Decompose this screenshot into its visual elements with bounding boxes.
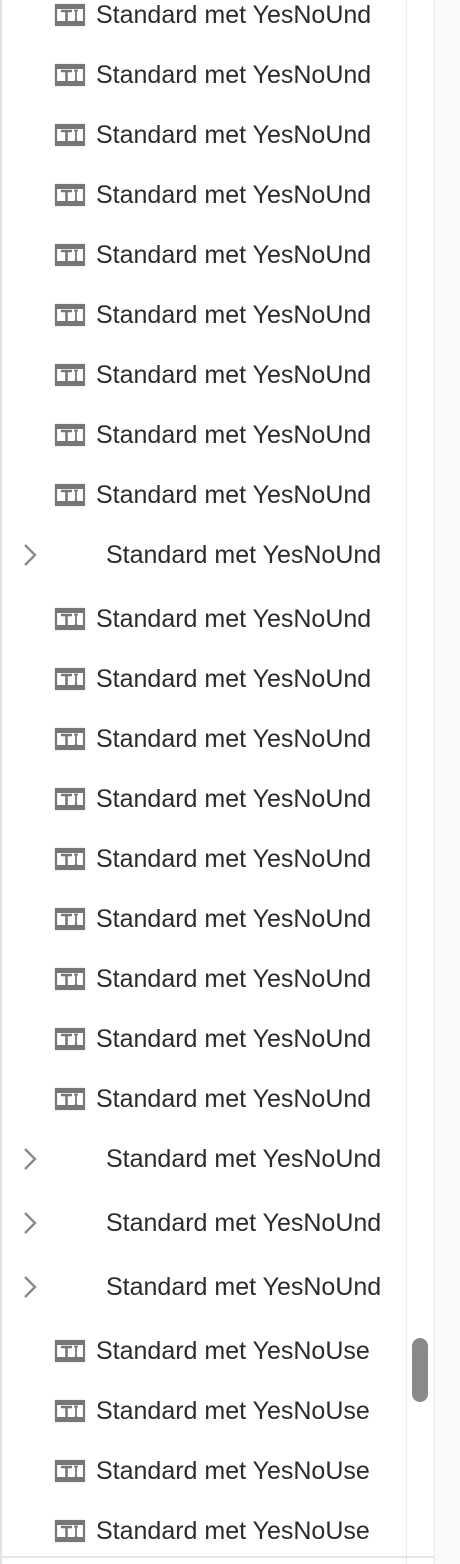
text-field-icon bbox=[54, 1026, 86, 1052]
list-group-item[interactable]: Standard met YesNoUnd bbox=[2, 1193, 406, 1253]
list-group-label: Standard met YesNoUnd bbox=[106, 541, 382, 569]
list-item-label: Standard met YesNoUnd bbox=[96, 1, 372, 29]
list-item-label: Standard met YesNoUnd bbox=[96, 785, 372, 813]
list-item-label: Standard met YesNoUnd bbox=[96, 181, 372, 209]
scrollbar-track[interactable] bbox=[406, 0, 435, 1564]
list-item-label: Standard met YesNoUnd bbox=[96, 481, 372, 509]
chevron-right-icon[interactable] bbox=[20, 1274, 42, 1300]
list-item[interactable]: Standard met YesNoUnd bbox=[2, 165, 406, 225]
list-item[interactable]: Standard met YesNoUnd bbox=[2, 0, 406, 45]
text-field-icon bbox=[54, 362, 86, 388]
list-item-label: Standard met YesNoUnd bbox=[96, 421, 372, 449]
list-item-label: Standard met YesNoUnd bbox=[96, 605, 372, 633]
list-group-item[interactable]: Standard met YesNoUnd bbox=[2, 525, 406, 585]
chevron-right-icon[interactable] bbox=[20, 1210, 42, 1236]
text-field-icon bbox=[54, 1518, 86, 1544]
list-item-label: Standard met YesNoUse bbox=[96, 1397, 370, 1425]
list-item-label: Standard met YesNoUnd bbox=[96, 665, 372, 693]
list-group-label: Standard met YesNoUnd bbox=[106, 1145, 382, 1173]
text-field-icon bbox=[54, 1398, 86, 1424]
list-item[interactable]: Standard met YesNoUse bbox=[2, 1501, 406, 1561]
list-item[interactable]: Standard met YesNoUnd bbox=[2, 1069, 406, 1129]
list-item[interactable]: Standard met YesNoUnd bbox=[2, 345, 406, 405]
list-item-label: Standard met YesNoUnd bbox=[96, 361, 372, 389]
list-group-label: Standard met YesNoUnd bbox=[106, 1209, 382, 1237]
list-item-label: Standard met YesNoUnd bbox=[96, 241, 372, 269]
text-field-icon bbox=[54, 906, 86, 932]
list-item[interactable]: Standard met YesNoUnd bbox=[2, 649, 406, 709]
text-field-icon bbox=[54, 846, 86, 872]
list-item[interactable]: Standard met YesNoUse bbox=[2, 1321, 406, 1381]
text-field-icon bbox=[54, 786, 86, 812]
text-field-icon bbox=[54, 726, 86, 752]
text-field-icon bbox=[54, 1086, 86, 1112]
list-item-label: Standard met YesNoUse bbox=[96, 1517, 370, 1545]
list-item[interactable]: Standard met YesNoUnd bbox=[2, 465, 406, 525]
list-group-item[interactable]: Standard met YesNoUnd bbox=[2, 1129, 406, 1189]
list-item[interactable]: Standard met YesNoUse bbox=[2, 1381, 406, 1441]
text-field-icon bbox=[54, 242, 86, 268]
list-item[interactable]: Standard met YesNoUnd bbox=[2, 105, 406, 165]
list-item-label: Standard met YesNoUnd bbox=[96, 1025, 372, 1053]
list-item-label: Standard met YesNoUse bbox=[96, 1457, 370, 1485]
list-item-label: Standard met YesNoUnd bbox=[96, 1085, 372, 1113]
field-list-panel: Standard met YesNoUnd Standard met YesNo… bbox=[0, 0, 406, 1564]
list-item[interactable]: Standard met YesNoUnd bbox=[2, 589, 406, 649]
list-item[interactable]: Standard met YesNoUnd bbox=[2, 709, 406, 769]
list-item-label: Standard met YesNoUnd bbox=[96, 965, 372, 993]
scrollbar-thumb[interactable] bbox=[412, 1338, 428, 1402]
list-item-label: Standard met YesNoUnd bbox=[96, 725, 372, 753]
text-field-icon bbox=[54, 422, 86, 448]
list-item-label: Standard met YesNoUnd bbox=[96, 61, 372, 89]
list-item[interactable]: Standard met YesNoUnd bbox=[2, 1009, 406, 1069]
list-item-label: Standard met YesNoUnd bbox=[96, 845, 372, 873]
chevron-right-icon[interactable] bbox=[20, 1146, 42, 1172]
side-gutter bbox=[434, 0, 460, 1564]
text-field-icon bbox=[54, 1338, 86, 1364]
list-item-label: Standard met YesNoUnd bbox=[96, 905, 372, 933]
list-item[interactable]: Standard met YesNoUnd bbox=[2, 769, 406, 829]
text-field-icon bbox=[54, 182, 86, 208]
text-field-icon bbox=[54, 62, 86, 88]
text-field-icon bbox=[54, 1458, 86, 1484]
list-item[interactable]: Standard met YesNoUnd bbox=[2, 889, 406, 949]
text-field-icon bbox=[54, 482, 86, 508]
list-item[interactable]: Standard met YesNoUse bbox=[2, 1441, 406, 1501]
text-field-icon bbox=[54, 122, 86, 148]
text-field-icon bbox=[54, 966, 86, 992]
list-group-label: Standard met YesNoUnd bbox=[106, 1273, 382, 1301]
list-item[interactable]: Standard met YesNoUnd bbox=[2, 949, 406, 1009]
list-item[interactable]: Standard met YesNoUnd bbox=[2, 45, 406, 105]
text-field-icon bbox=[54, 606, 86, 632]
text-field-icon bbox=[54, 2, 86, 28]
list-item-label: Standard met YesNoUse bbox=[96, 1337, 370, 1365]
list-item[interactable]: Standard met YesNoUnd bbox=[2, 405, 406, 465]
list-item[interactable]: Standard met YesNoUnd bbox=[2, 829, 406, 889]
divider bbox=[0, 1556, 434, 1558]
list-item-label: Standard met YesNoUnd bbox=[96, 121, 372, 149]
list-group-item[interactable]: Standard met YesNoUnd bbox=[2, 1257, 406, 1317]
list-item[interactable]: Standard met YesNoUnd bbox=[2, 225, 406, 285]
list-item-label: Standard met YesNoUnd bbox=[96, 301, 372, 329]
text-field-icon bbox=[54, 302, 86, 328]
chevron-right-icon[interactable] bbox=[20, 542, 42, 568]
list-item[interactable]: Standard met YesNoUnd bbox=[2, 285, 406, 345]
text-field-icon bbox=[54, 666, 86, 692]
